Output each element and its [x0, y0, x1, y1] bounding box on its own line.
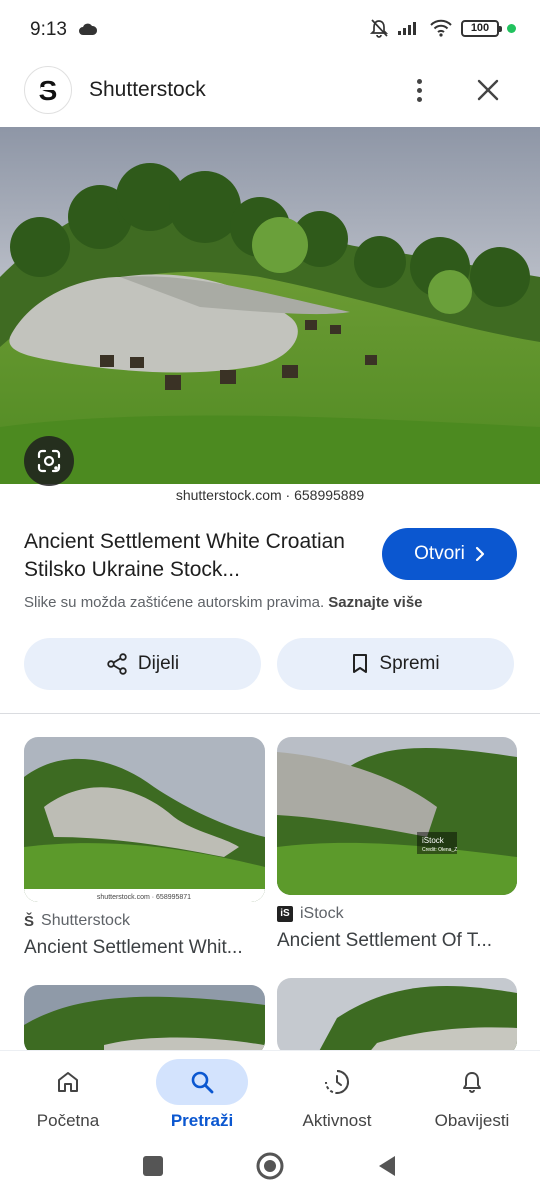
related-image-4[interactable]: [277, 978, 517, 1055]
signal-icon: [398, 22, 416, 35]
status-bar: 9:13 100: [0, 0, 540, 62]
wifi-icon: [430, 19, 452, 37]
result-preview[interactable]: shutterstock.com · 658995889: [0, 127, 540, 512]
nav-search-icon-wrap: [156, 1059, 248, 1105]
nav-notifications[interactable]: Obavijesti: [412, 1051, 532, 1139]
shutterstock-small-icon: Š: [24, 912, 35, 930]
istock-watermark: iStock: [422, 836, 445, 845]
status-time: 9:13: [30, 19, 67, 40]
bell-muted-icon: [369, 19, 389, 38]
app-header: S Shutterstock: [0, 62, 540, 126]
save-button[interactable]: Spremi: [277, 638, 514, 690]
related-image-2[interactable]: iStock Credit: Olena_Z: [277, 737, 517, 895]
nav-activity-icon-wrap: [291, 1059, 383, 1105]
source-name[interactable]: Shutterstock: [89, 78, 206, 102]
related-title-1[interactable]: Ancient Settlement Whit...: [24, 937, 265, 959]
more-dot: [416, 87, 422, 93]
more-dot: [416, 96, 422, 102]
cloud-icon: [79, 23, 98, 35]
lens-search-button[interactable]: [24, 436, 74, 486]
nav-search-label: Pretraži: [170, 1111, 234, 1130]
section-divider: [0, 713, 540, 714]
share-label: Dijeli: [137, 653, 180, 674]
more-dot: [416, 78, 422, 84]
chevron-right-icon: [475, 546, 484, 562]
istock-logo-icon: iS: [277, 906, 293, 922]
nav-notifications-icon-wrap: [426, 1059, 518, 1105]
nav-activity[interactable]: Aktivnost: [277, 1051, 397, 1139]
related-source-1: Š Shutterstock: [24, 912, 130, 930]
recents-icon[interactable]: [143, 1156, 163, 1176]
bell-icon: [463, 1072, 481, 1093]
related-source-2-label: iStock: [300, 905, 344, 922]
copyright-text: Slike su možda zaštićene autorskim pravi…: [24, 594, 325, 611]
learn-more-link[interactable]: Saznajte više: [328, 594, 422, 611]
open-button[interactable]: Otvori: [382, 528, 517, 580]
nav-search[interactable]: Pretraži: [142, 1051, 262, 1139]
nav-activity-label: Aktivnost: [302, 1111, 372, 1130]
share-button[interactable]: Dijeli: [24, 638, 261, 690]
related-image-3[interactable]: [24, 985, 265, 1055]
status-icons: 100: [369, 18, 516, 38]
lens-icon: [37, 449, 61, 473]
hero-image-caption: shutterstock.com · 658995889: [175, 487, 365, 503]
system-navigation-bar: [0, 1140, 540, 1200]
nav-home[interactable]: Početna: [8, 1051, 128, 1139]
related-title-2[interactable]: Ancient Settlement Of T...: [277, 930, 517, 952]
related-image-2-photo: iStock Credit: Olena_Z: [277, 737, 517, 895]
related-image-3-photo: [24, 985, 265, 1055]
history-icon: [325, 1070, 350, 1094]
nav-notifications-label: Obavijesti: [434, 1111, 510, 1130]
istock-watermark-credit: Credit: Olena_Z: [422, 847, 457, 853]
search-icon: [191, 1071, 214, 1094]
back-icon[interactable]: [377, 1154, 397, 1178]
share-icon: [107, 653, 127, 675]
related-image-4-photo: [277, 978, 517, 1055]
bottom-navigation: Početna Pretraži Aktivnost Obavijesti: [0, 1050, 540, 1138]
bookmark-icon: [353, 654, 368, 673]
nav-home-label: Početna: [36, 1111, 100, 1130]
home-icon: [58, 1072, 78, 1092]
open-button-label: Otvori: [414, 543, 465, 564]
close-icon[interactable]: [472, 74, 504, 106]
related-image-1-photo: shutterstock.com · 658995871: [24, 737, 265, 902]
related-image-1-caption: shutterstock.com · 658995871: [97, 894, 191, 901]
battery-indicator: 100: [461, 19, 502, 37]
more-options-button[interactable]: [404, 74, 434, 106]
save-label: Spremi: [379, 653, 440, 674]
related-image-1[interactable]: shutterstock.com · 658995871: [24, 737, 265, 902]
home-button-icon[interactable]: [256, 1152, 284, 1180]
result-title: Ancient Settlement White Croatian Stilsk…: [24, 530, 345, 581]
copyright-notice: Slike su možda zaštićene autorskim pravi…: [24, 594, 423, 611]
nav-home-icon-wrap: [22, 1059, 114, 1105]
privacy-dot: [507, 23, 516, 33]
shutterstock-logo[interactable]: S: [24, 66, 72, 114]
shutterstock-logo-icon: S: [39, 75, 58, 105]
hero-image: [0, 127, 540, 484]
related-source-2: iS iStock: [277, 905, 344, 923]
related-source-1-label: Shutterstock: [41, 912, 130, 929]
